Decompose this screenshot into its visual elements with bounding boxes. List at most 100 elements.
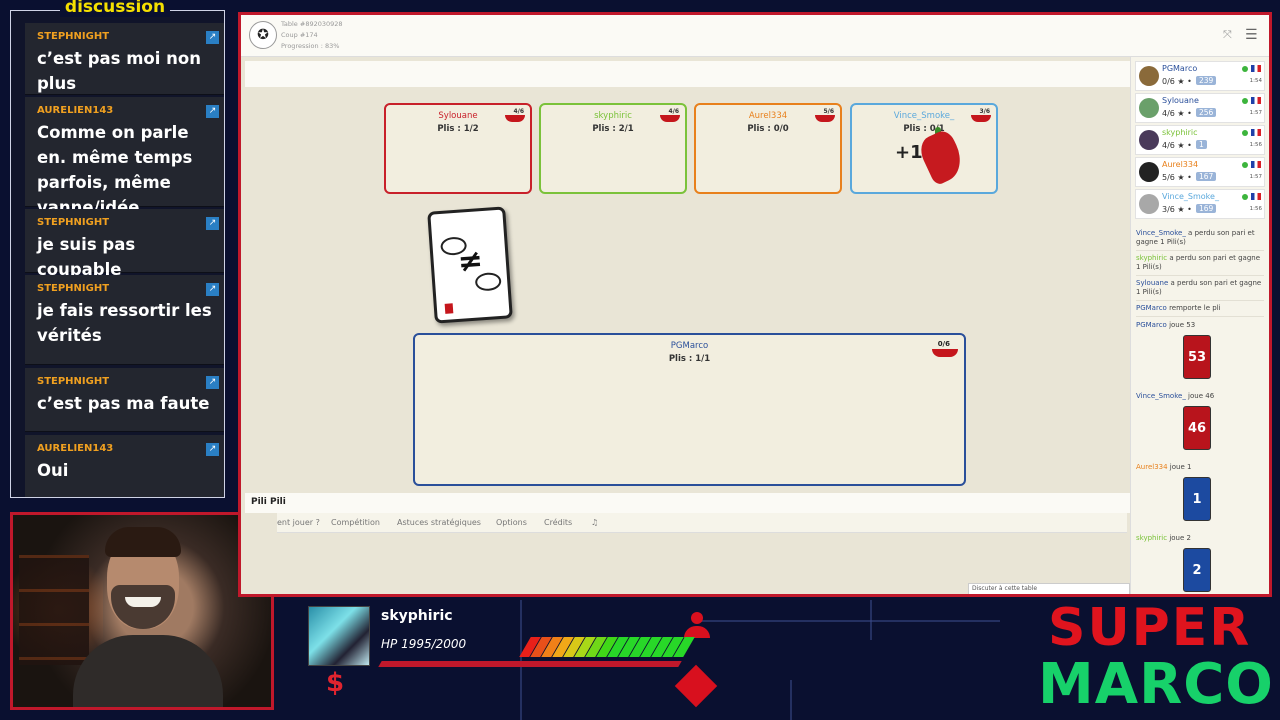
twitch-badge-icon: ↗: [206, 376, 219, 389]
game-label-bar: Pili Pili: [245, 493, 1130, 513]
log-player: Vince_Smoke_: [1136, 392, 1186, 400]
player-row[interactable]: skyphiric 4/6 ★ • 1 1:56: [1135, 125, 1265, 155]
chat-message: STEPHNIGHT c’est pas moi non plus ↗: [25, 23, 224, 95]
player-row[interactable]: PGMarco 0/6 ★ • 239 1:54: [1135, 61, 1265, 91]
chat-message: AURELIEN143 Comme on parle en. même temp…: [25, 97, 224, 217]
player-score: 0/6 ★ •: [1162, 77, 1192, 86]
played-card: 1: [1183, 477, 1211, 521]
not-equal-symbol: ≠: [456, 243, 485, 280]
game-status-bar: [245, 61, 1130, 87]
chat-username: AURELIEN143: [37, 105, 114, 116]
player-points: 167: [1196, 172, 1217, 181]
twitch-badge-icon: ↗: [206, 217, 219, 230]
webcam-streamer-beard: [111, 585, 175, 629]
log-entry: Vince_Smoke_ a perdu son pari et gagne 1…: [1136, 229, 1264, 251]
avatar: [1139, 98, 1159, 118]
webcam-streamer-hair: [105, 527, 181, 557]
nav-competition[interactable]: Compétition: [331, 518, 380, 527]
player-score: 3/6 ★ •: [1162, 205, 1192, 214]
players-sidebar: PGMarco 0/6 ★ • 239 1:54 Sylouane 4/6 ★ …: [1130, 57, 1269, 594]
player-points: 1: [1196, 140, 1207, 149]
log-player: Aurel334: [1136, 463, 1168, 471]
opponent-bet: 5/6: [823, 108, 834, 115]
twitch-badge-icon: ↗: [206, 31, 219, 44]
chat-text: Oui: [37, 461, 69, 480]
online-status-icon: [1242, 98, 1248, 104]
log-player: Sylouane: [1136, 279, 1169, 287]
chili-icon: [932, 349, 958, 357]
opponent-tricks: Plis : 0/0: [747, 124, 789, 134]
my-name: PGMarco: [670, 341, 709, 351]
progression: Progression : 83%: [281, 42, 340, 50]
log-entry: Sylouane a perdu son pari et gagne 1 Pil…: [1136, 279, 1264, 301]
bg-line: [790, 680, 792, 720]
brand-line-2: MARCO: [1038, 652, 1274, 717]
chat-username: STEPHNIGHT: [37, 283, 110, 294]
brand-line-1: SUPER: [1048, 598, 1252, 658]
played-card: 53: [1183, 335, 1211, 379]
special-card[interactable]: ≠: [427, 206, 513, 324]
log-player: PGMarco: [1136, 304, 1167, 312]
log-player: skyphiric: [1136, 534, 1168, 542]
game-title: Pili Pili: [251, 497, 286, 507]
france-flag-icon: [1251, 65, 1261, 72]
player-time: 1:56: [1249, 142, 1262, 148]
log-player: skyphiric: [1136, 254, 1168, 262]
opponent-box-sylouane: Sylouane Plis : 1/2 4/6: [384, 103, 532, 194]
twitch-badge-icon: ↗: [206, 283, 219, 296]
chat-message: STEPHNIGHT je fais ressortir les vérités…: [25, 275, 224, 365]
move-counter: Coup #174: [281, 31, 318, 39]
plus-one-animation: +1: [895, 142, 923, 163]
log-entry: Vince_Smoke_ joue 46: [1136, 392, 1264, 404]
avatar: [1139, 194, 1159, 214]
log-player: Vince_Smoke_: [1136, 229, 1186, 237]
player-time: 1:57: [1249, 110, 1262, 116]
expand-icon[interactable]: ⤧: [1223, 29, 1235, 41]
player-name: Aurel334: [1162, 160, 1199, 169]
avatar: [1139, 162, 1159, 182]
player-time: 1:54: [1249, 78, 1262, 84]
brand-logo: SUPER MARCO: [1038, 598, 1278, 717]
player-time: 1:56: [1249, 206, 1262, 212]
pawn-icon: [684, 612, 710, 638]
nav-options[interactable]: Options: [496, 518, 527, 527]
online-status-icon: [1242, 130, 1248, 136]
player-score: 4/6 ★ •: [1162, 141, 1192, 150]
played-card: 46: [1183, 406, 1211, 450]
diamond-icon: [674, 664, 718, 708]
table-chat-input[interactable]: Discuter à cette table: [968, 583, 1130, 594]
log-entry: skyphiric joue 2: [1136, 534, 1264, 546]
player-row[interactable]: Aurel334 5/6 ★ • 167 1:57: [1135, 157, 1265, 187]
chat-username: STEPHNIGHT: [37, 376, 110, 387]
bga-logo-icon[interactable]: ✪: [249, 21, 277, 49]
log-entry: skyphiric a perdu son pari et gagne 1 Pi…: [1136, 254, 1264, 276]
game-topbar: ✪ Table #892030928 Coup #174 Progression…: [241, 15, 1269, 57]
log-entry: PGMarco remporte le pli: [1136, 304, 1264, 317]
chat-panel: STEPHNIGHT c’est pas moi non plus ↗ AURE…: [10, 10, 225, 498]
online-status-icon: [1242, 194, 1248, 200]
bg-line: [520, 600, 522, 720]
france-flag-icon: [1251, 129, 1261, 136]
bg-line: [700, 620, 1000, 622]
player-points: 256: [1196, 108, 1217, 117]
hud-hp-text: HP 1995/2000: [381, 637, 467, 651]
opponent-bet: 3/6: [979, 108, 990, 115]
log-entry: PGMarco joue 53: [1136, 321, 1264, 333]
chat-text: c’est pas moi non plus: [37, 49, 201, 93]
player-name: Sylouane: [1162, 96, 1199, 105]
nav-strategy-tips[interactable]: Astuces stratégiques: [397, 518, 481, 527]
my-player-area: PGMarco Plis : 1/1 0/6: [413, 333, 966, 486]
hud-username: skyphiric: [381, 608, 453, 624]
nav-credits[interactable]: Crédits: [544, 518, 572, 527]
nav-how-to-play[interactable]: ent jouer ?: [277, 518, 320, 527]
player-row[interactable]: Vince_Smoke_ 3/6 ★ • 169 1:56: [1135, 189, 1265, 219]
player-points: 169: [1196, 204, 1217, 213]
log-entry: Aurel334 joue 1: [1136, 463, 1264, 475]
player-row[interactable]: Sylouane 4/6 ★ • 256 1:57: [1135, 93, 1265, 123]
hamburger-menu-icon[interactable]: ☰: [1245, 28, 1259, 42]
log-text: joue 46: [1185, 392, 1215, 400]
music-note-icon[interactable]: ♫: [591, 518, 598, 527]
opponent-box-skyphiric: skyphiric Plis : 2/1 4/6: [539, 103, 687, 194]
avatar: [1139, 130, 1159, 150]
france-flag-icon: [1251, 161, 1261, 168]
